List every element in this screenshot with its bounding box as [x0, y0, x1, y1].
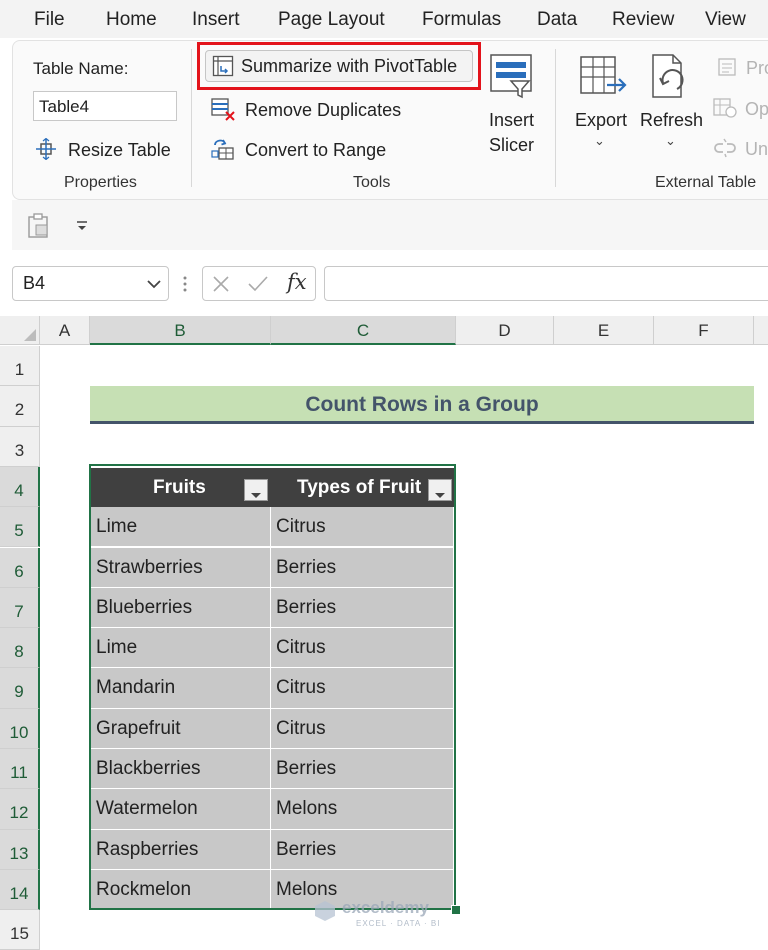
insert-slicer-line2: Slicer: [489, 135, 535, 155]
export-chevron-icon: ⌄: [594, 133, 605, 148]
fill-handle[interactable]: [451, 905, 461, 915]
watermark-brand: exceldemy: [342, 898, 429, 917]
row-header[interactable]: 4: [0, 466, 40, 508]
column-header-a[interactable]: A: [40, 316, 90, 345]
resize-table-label: Resize Table: [68, 140, 171, 160]
external-table-group-label: External Table: [655, 174, 757, 191]
open-partial-label: Op: [745, 99, 768, 119]
resize-table-button[interactable]: Resize Table: [35, 137, 171, 161]
export-label: Export: [575, 110, 628, 130]
column-header-c[interactable]: C: [271, 316, 456, 345]
convert-to-range-button[interactable]: Convert to Range: [211, 137, 386, 161]
name-box[interactable]: B4: [12, 266, 169, 301]
formula-buttons: fx: [202, 266, 316, 301]
select-all-triangle-icon: [24, 329, 36, 341]
more-options-icon[interactable]: [182, 274, 188, 294]
remove-duplicates-label: Remove Duplicates: [245, 100, 402, 120]
row-header[interactable]: 11: [0, 749, 40, 790]
clipboard-icon[interactable]: [27, 213, 51, 239]
row-header[interactable]: 2: [0, 386, 40, 427]
menu-review[interactable]: Review: [612, 9, 674, 31]
resize-table-icon: [36, 137, 56, 161]
column-header-g[interactable]: [754, 316, 768, 345]
column-header-e[interactable]: E: [554, 316, 654, 345]
properties-icon: [718, 58, 736, 76]
properties-button[interactable]: Pro: [717, 57, 768, 79]
row-header[interactable]: 14: [0, 869, 40, 911]
sheet-title[interactable]: Count Rows in a Group: [90, 386, 754, 424]
row-header[interactable]: 7: [0, 587, 40, 629]
convert-to-range-label: Convert to Range: [245, 140, 387, 160]
row-header[interactable]: 8: [0, 628, 40, 669]
refresh-label: Refresh: [640, 110, 704, 130]
refresh-button[interactable]: Refresh ⌄: [639, 51, 705, 161]
select-all-corner[interactable]: [0, 316, 40, 345]
chevron-down-icon: [147, 280, 161, 289]
unlink-icon: [714, 138, 736, 158]
refresh-icon: [652, 54, 684, 98]
row-header[interactable]: 13: [0, 829, 40, 870]
row-header[interactable]: 3: [0, 426, 40, 467]
watermark-tagline: EXCEL · DATA · BI: [356, 919, 441, 928]
unlink-button[interactable]: Un: [713, 137, 768, 160]
row-header[interactable]: 12: [0, 789, 40, 830]
menu-page-layout[interactable]: Page Layout: [278, 9, 385, 31]
selection-border: [89, 464, 456, 910]
properties-group-label: Properties: [64, 174, 137, 191]
menu-bar: File Home Insert Page Layout Formulas Da…: [0, 0, 768, 38]
menu-formulas[interactable]: Formulas: [422, 9, 501, 31]
convert-to-range-icon: [211, 139, 234, 160]
column-header-b[interactable]: B: [90, 316, 271, 345]
table-name-label: Table Name:: [33, 59, 129, 78]
ribbon-separator: [555, 49, 556, 187]
unlink-partial-label: Un: [745, 139, 768, 159]
remove-duplicates-icon: [211, 98, 235, 121]
exceldemy-logo-icon: [315, 901, 335, 921]
menu-insert[interactable]: Insert: [192, 9, 240, 31]
column-header-f[interactable]: F: [654, 316, 754, 345]
column-header-d[interactable]: D: [456, 316, 554, 345]
insert-function-icon[interactable]: fx: [287, 270, 307, 294]
menu-home[interactable]: Home: [106, 9, 157, 31]
cancel-icon[interactable]: [211, 274, 231, 294]
customize-toolbar-icon[interactable]: [75, 219, 89, 233]
menu-data[interactable]: Data: [537, 9, 577, 31]
row-header[interactable]: 9: [0, 668, 40, 709]
row-header[interactable]: 1: [0, 346, 40, 387]
open-in-browser-button[interactable]: Op: [713, 97, 768, 120]
row-header[interactable]: 15: [0, 910, 40, 950]
remove-duplicates-button[interactable]: Remove Duplicates: [211, 97, 401, 121]
name-box-value: B4: [23, 273, 46, 293]
highlight-box: [197, 42, 481, 90]
menu-view[interactable]: View: [705, 9, 746, 31]
ribbon: Table Name: Table4 Resize Table Properti…: [12, 40, 768, 200]
export-icon: [580, 56, 627, 94]
menu-file[interactable]: File: [34, 9, 65, 31]
insert-slicer-line1: Insert: [489, 110, 535, 130]
export-button[interactable]: Export ⌄: [573, 51, 633, 161]
formula-input[interactable]: [324, 266, 768, 301]
open-in-browser-icon: [713, 98, 737, 118]
refresh-chevron-icon: ⌄: [665, 133, 676, 148]
properties-partial-label: Pro: [746, 58, 768, 78]
table-name-input[interactable]: Table4: [33, 91, 177, 121]
row-header[interactable]: 6: [0, 547, 40, 588]
tools-group-label: Tools: [353, 174, 391, 191]
slicer-icon: [490, 54, 532, 99]
insert-slicer-button[interactable]: Insert Slicer: [483, 51, 539, 161]
row-header[interactable]: 10: [0, 708, 40, 749]
row-header[interactable]: 5: [0, 507, 40, 548]
ribbon-separator: [191, 49, 192, 187]
quick-access-bar: [12, 200, 768, 251]
enter-check-icon[interactable]: [247, 274, 269, 294]
